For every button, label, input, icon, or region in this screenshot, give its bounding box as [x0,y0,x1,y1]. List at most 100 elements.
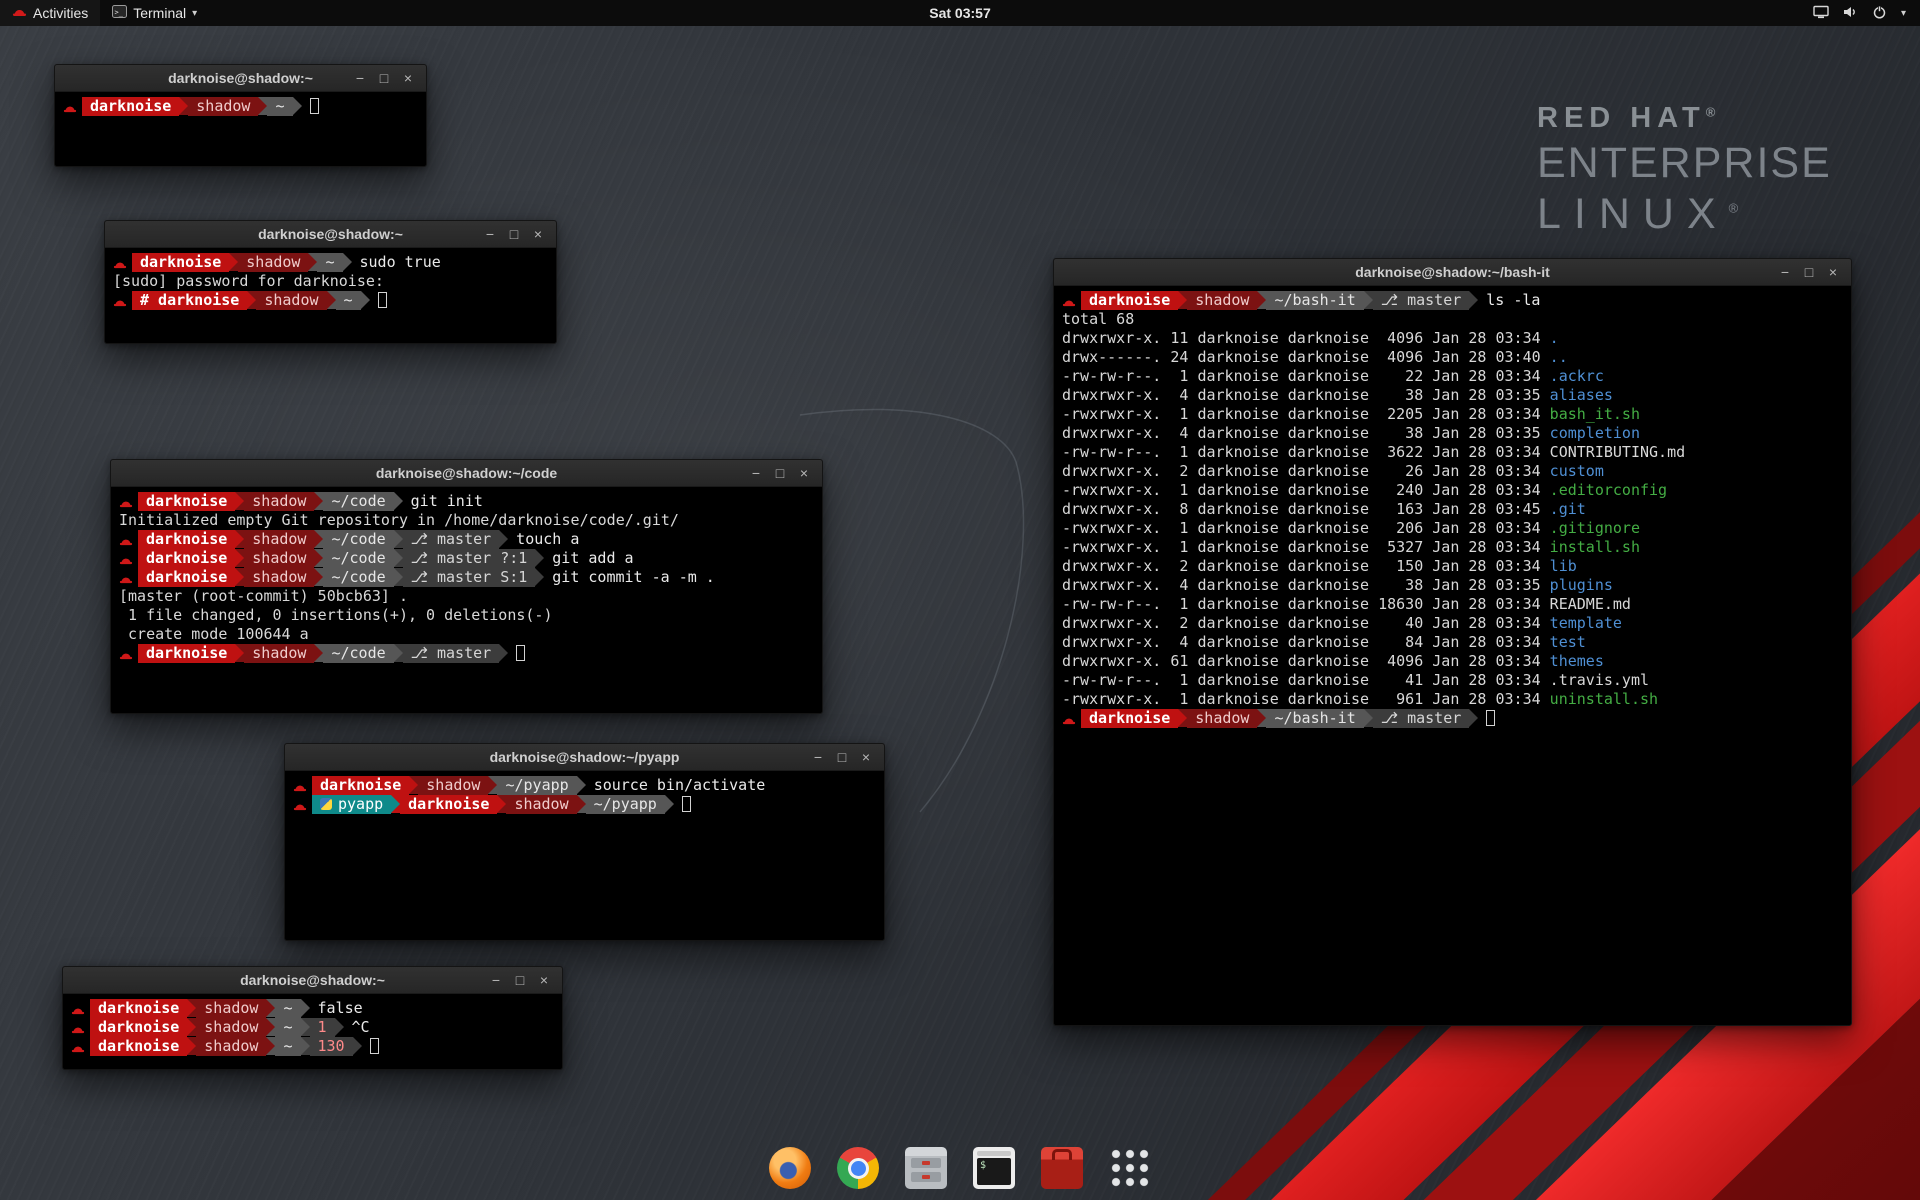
minimize-button[interactable]: − [806,744,830,770]
ls-entry-meta: drwxrwxr-x. 2 darknoise darknoise 26 Jan… [1062,462,1550,480]
terminal-line: darknoiseshadow~/code⎇ master ?:1git add… [119,549,814,568]
terminal-line: pyappdarknoiseshadow~/pyapp [293,795,876,814]
powerline-separator-icon [409,776,418,794]
powerline-separator-icon [293,97,302,115]
prompt-segment-path: ~/pyapp [497,776,576,795]
prompt-segment-path: ~ [275,1037,300,1056]
powerline-separator-icon [335,1018,344,1036]
dock-app-grid-icon[interactable] [1106,1144,1154,1192]
activities-button[interactable]: Activities [0,0,100,26]
terminal-icon [973,1147,1015,1189]
close-button[interactable]: × [532,967,556,993]
terminal-window-home-1[interactable]: darknoise@shadow:~−□×darknoiseshadow~ [54,64,427,167]
terminal-window-bash-it[interactable]: darknoise@shadow:~/bash-it−□×darknoisesh… [1053,258,1852,1026]
powerline-separator-icon [577,795,586,813]
terminal-line: darknoiseshadow~/pyappsource bin/activat… [293,776,876,795]
ls-entry-meta: drwxrwxr-x. 4 darknoise darknoise 38 Jan… [1062,386,1550,404]
minimize-button[interactable]: − [484,967,508,993]
output-text: create mode 100644 a [119,625,309,643]
window-controls: −□× [806,744,878,770]
terminal-line: darknoiseshadow~/code⎇ master S:1git com… [119,568,814,587]
close-button[interactable]: × [1821,259,1845,285]
terminal-line: drwxrwxr-x. 4 darknoise darknoise 38 Jan… [1062,424,1843,443]
ls-entry-name: test [1550,633,1586,651]
minimize-button[interactable]: − [478,221,502,247]
volume-icon[interactable] [1843,5,1858,22]
minimize-button[interactable]: − [348,65,372,91]
maximize-button[interactable]: □ [1797,259,1821,285]
terminal-window-home-2[interactable]: darknoise@shadow:~−□×darknoiseshadow~fal… [62,966,563,1070]
dock-toolbox-icon[interactable] [1038,1144,1086,1192]
ls-entry-name: .travis.yml [1550,671,1649,689]
powerline-separator-icon [535,549,544,567]
maximize-button[interactable]: □ [372,65,396,91]
close-button[interactable]: × [792,460,816,486]
minimize-button[interactable]: − [744,460,768,486]
dock-firefox-icon[interactable] [766,1144,814,1192]
powerline-separator-icon [1257,709,1266,727]
power-icon[interactable] [1872,5,1887,22]
ls-entry-name: plugins [1550,576,1613,594]
dock-terminal-icon[interactable] [970,1144,1018,1192]
ls-entry-meta: -rwxrwxr-x. 1 darknoise darknoise 206 Ja… [1062,519,1550,537]
terminal-body[interactable]: darknoiseshadow~falsedarknoiseshadow~1^C… [63,994,562,1061]
powerline-separator-icon [535,568,544,586]
terminal-line: drwxrwxr-x. 4 darknoise darknoise 38 Jan… [1062,576,1843,595]
powerline-separator-icon [301,999,310,1017]
ls-entry-name: CONTRIBUTING.md [1550,443,1685,461]
prompt-segment-user: darknoise [1081,709,1178,728]
prompt-segment-host: shadow [244,530,314,549]
terminal-body[interactable]: darknoiseshadow~/bash-it⎇ masterls -lato… [1054,286,1851,733]
terminal-body[interactable]: darknoiseshadow~/pyappsource bin/activat… [285,771,884,819]
prompt-segment-user: darknoise [90,1037,187,1056]
terminal-body[interactable]: darknoiseshadow~ [55,92,426,121]
prompt-segment-path: ~/bash-it [1266,291,1363,310]
maximize-button[interactable]: □ [768,460,792,486]
ls-entry-name: .. [1550,348,1568,366]
dock-files-icon[interactable] [902,1144,950,1192]
display-icon[interactable] [1813,5,1829,22]
maximize-button[interactable]: □ [508,967,532,993]
terminal-cursor [370,1038,379,1054]
terminal-window-code[interactable]: darknoise@shadow:~/code−□×darknoiseshado… [110,459,823,714]
redhat-prompt-icon [113,253,132,272]
clock[interactable]: Sat 03:57 [929,5,990,21]
window-titlebar[interactable]: darknoise@shadow:~/pyapp−□× [285,744,884,771]
ls-entry-meta: drwxrwxr-x. 11 darknoise darknoise 4096 … [1062,329,1550,347]
maximize-button[interactable]: □ [502,221,526,247]
close-button[interactable]: × [396,65,420,91]
redhat-prompt-icon [113,291,132,310]
terminal-line: -rw-rw-r--. 1 darknoise darknoise 41 Jan… [1062,671,1843,690]
terminal-line: [master (root-commit) 50bcb63] . [119,587,814,606]
ls-entry-meta: -rw-rw-r--. 1 darknoise darknoise 18630 … [1062,595,1550,613]
ls-entry-meta: drwxrwxr-x. 4 darknoise darknoise 38 Jan… [1062,576,1550,594]
window-titlebar[interactable]: darknoise@shadow:~−□× [105,221,556,248]
terminal-window-pyapp[interactable]: darknoise@shadow:~/pyapp−□× darknoiseshad… [284,743,885,941]
chrome-icon [837,1147,879,1189]
minimize-button[interactable]: − [1773,259,1797,285]
terminal-body[interactable]: darknoiseshadow~sudo true[sudo] password… [105,248,556,315]
powerline-separator-icon [235,644,244,662]
terminal-window-sudo[interactable]: darknoise@shadow:~−□×darknoiseshadow~sud… [104,220,557,344]
close-button[interactable]: × [854,744,878,770]
close-button[interactable]: × [526,221,550,247]
dock-chrome-icon[interactable] [834,1144,882,1192]
prompt-segment-host: shadow [196,1018,266,1037]
ls-entry-name: bash_it.sh [1550,405,1640,423]
window-titlebar[interactable]: darknoise@shadow:~−□× [63,967,562,994]
chevron-down-icon[interactable]: ▾ [1901,8,1906,19]
app-menu-terminal[interactable]: >_ Terminal ▾ [100,0,209,26]
window-titlebar[interactable]: darknoise@shadow:~/bash-it−□× [1054,259,1851,286]
redhat-logo-icon [12,5,27,21]
terminal-line: create mode 100644 a [119,625,814,644]
terminal-line: drwxrwxr-x. 4 darknoise darknoise 38 Jan… [1062,386,1843,405]
prompt-segment-host: shadow [244,549,314,568]
window-titlebar[interactable]: darknoise@shadow:~−□× [55,65,426,92]
ls-entry-name: .ackrc [1550,367,1604,385]
powerline-separator-icon [665,795,674,813]
terminal-cursor [378,292,387,308]
window-titlebar[interactable]: darknoise@shadow:~/code−□× [111,460,822,487]
terminal-line: -rwxrwxr-x. 1 darknoise darknoise 2205 J… [1062,405,1843,424]
terminal-body[interactable]: darknoiseshadow~/codegit initInitialized… [111,487,822,668]
maximize-button[interactable]: □ [830,744,854,770]
